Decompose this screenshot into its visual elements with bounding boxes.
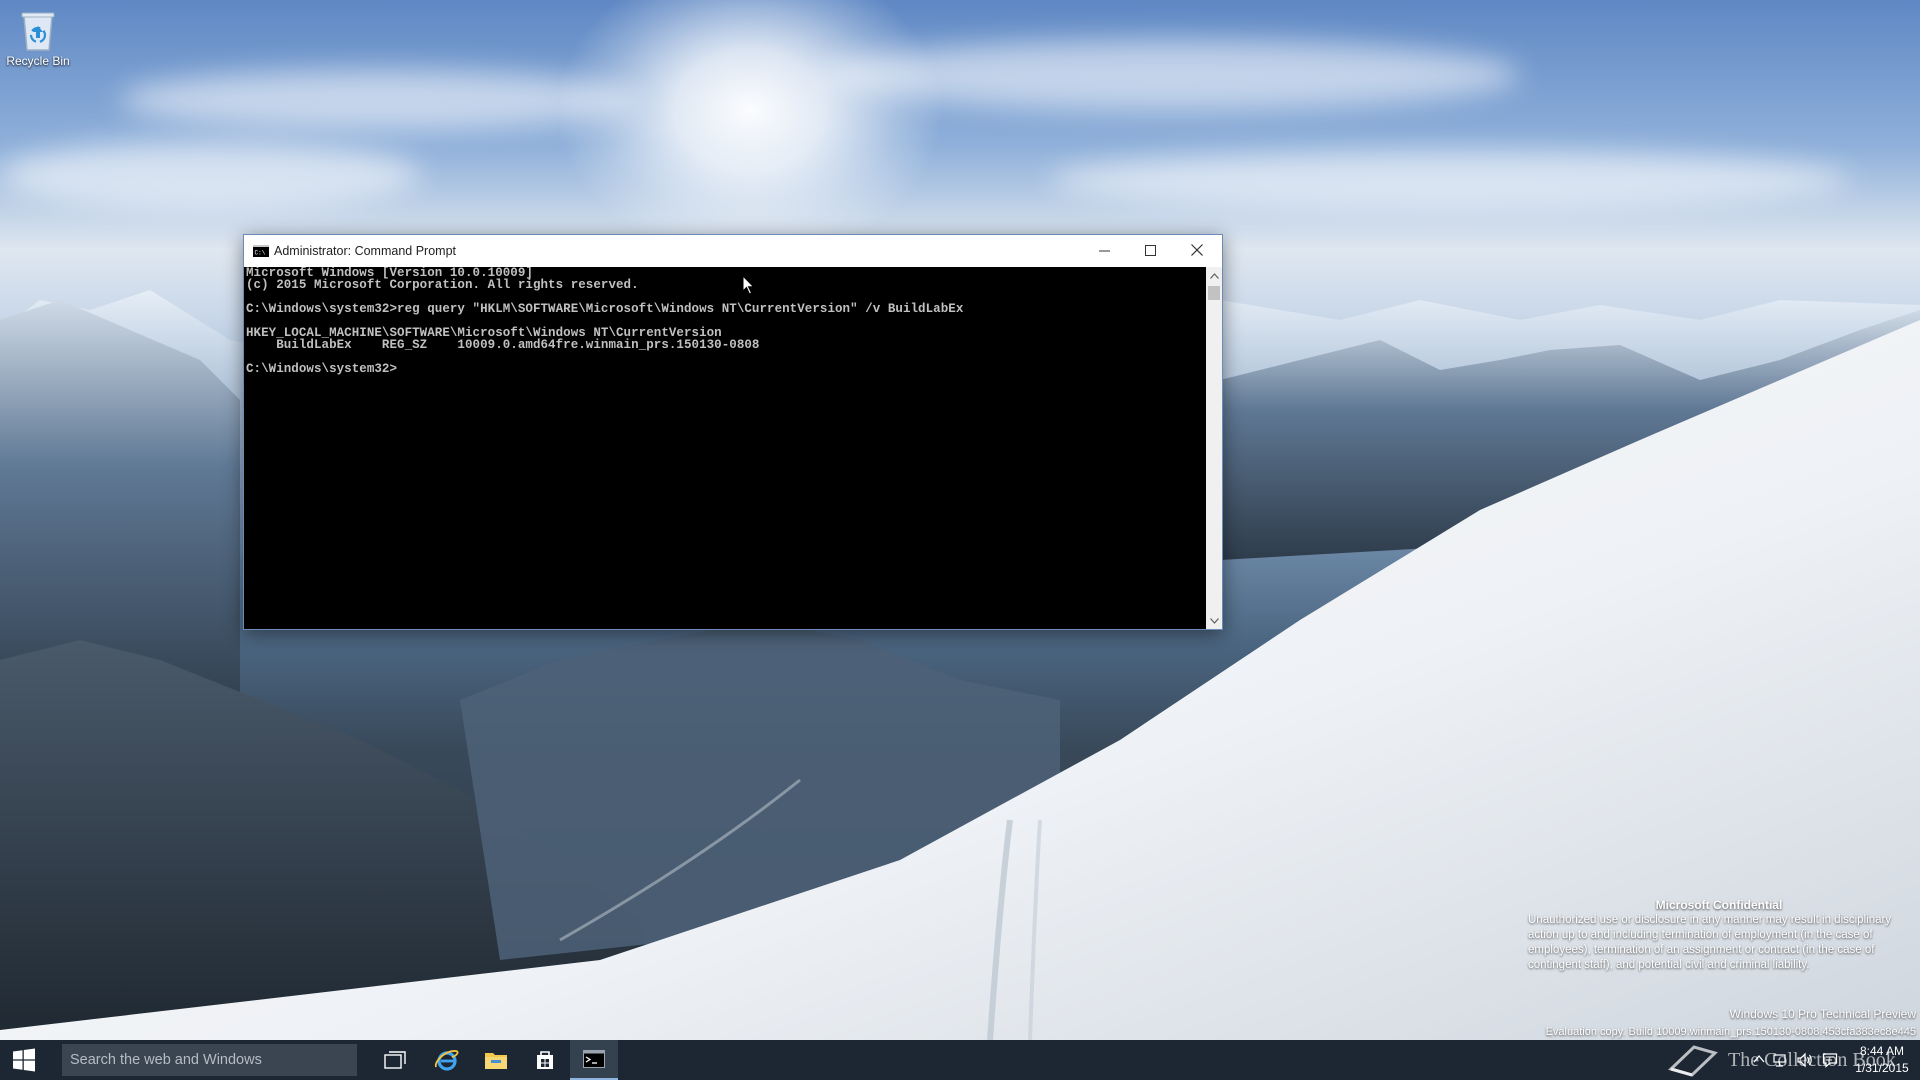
search-input[interactable] bbox=[62, 1044, 357, 1076]
minimize-icon bbox=[1098, 250, 1110, 251]
console-output[interactable]: Microsoft Windows [Version 10.0.10009] (… bbox=[244, 267, 1206, 629]
command-prompt-task-button[interactable] bbox=[570, 1040, 618, 1080]
store-button[interactable] bbox=[525, 1040, 565, 1080]
file-explorer-button[interactable] bbox=[476, 1040, 516, 1080]
windows-logo-icon bbox=[13, 1048, 35, 1072]
internet-explorer-button[interactable] bbox=[427, 1040, 467, 1080]
close-button[interactable] bbox=[1174, 235, 1220, 265]
console-line: BuildLabEx REG_SZ 10009.0.amd64fre.winma… bbox=[246, 338, 760, 352]
collection-book-watermark: The Collection Book bbox=[1668, 1040, 1896, 1080]
command-prompt-icon bbox=[583, 1050, 605, 1068]
window-titlebar[interactable]: C:\ Administrator: Command Prompt bbox=[244, 235, 1222, 267]
task-view-icon bbox=[384, 1051, 406, 1069]
build-text: Evaluation copy. Build 10009.winmain_prs… bbox=[1545, 1026, 1916, 1038]
watermark-body: Unauthorized use or disclosure in any ma… bbox=[1528, 914, 1892, 971]
maximize-button[interactable] bbox=[1127, 235, 1173, 265]
command-prompt-window[interactable]: C:\ Administrator: Command Prompt Micros… bbox=[243, 234, 1223, 630]
chevron-down-icon bbox=[1209, 617, 1219, 624]
scrollbar-thumb[interactable] bbox=[1208, 286, 1220, 300]
file-explorer-icon bbox=[485, 1053, 507, 1069]
recycle-bin-icon bbox=[21, 12, 55, 51]
watermark-title: Microsoft Confidential bbox=[1655, 898, 1783, 912]
overlay-text: The Collection Book bbox=[1728, 1048, 1896, 1071]
scroll-up-button[interactable] bbox=[1206, 267, 1222, 284]
scroll-down-button[interactable] bbox=[1206, 612, 1222, 629]
minimize-button[interactable] bbox=[1081, 235, 1127, 265]
task-view-button[interactable] bbox=[375, 1040, 415, 1080]
svg-text:C:\: C:\ bbox=[255, 250, 266, 257]
internet-explorer-icon bbox=[434, 1050, 459, 1071]
maximize-icon bbox=[1144, 244, 1156, 256]
console-line: C:\Windows\system32>reg query "HKLM\SOFT… bbox=[246, 302, 964, 316]
build-watermark: Windows 10 Pro Technical Preview Evaluat… bbox=[1546, 1005, 1916, 1040]
vertical-scrollbar[interactable] bbox=[1206, 267, 1222, 629]
desktop-icon-recycle-bin[interactable]: Recycle Bin bbox=[4, 8, 72, 68]
mouse-cursor-icon bbox=[742, 275, 755, 295]
desktop: Recycle Bin Microsoft Confidential Unaut… bbox=[0, 0, 1920, 1040]
book-logo-icon bbox=[1668, 1045, 1718, 1077]
start-button[interactable] bbox=[0, 1040, 48, 1080]
taskbar: 8:44 AM 1/31/2015 bbox=[0, 1040, 1920, 1080]
window-title: Administrator: Command Prompt bbox=[274, 244, 457, 258]
close-icon bbox=[1191, 244, 1203, 256]
console-icon: C:\ bbox=[253, 245, 269, 257]
chevron-up-icon bbox=[1209, 272, 1219, 279]
desktop-icon-label: Recycle Bin bbox=[6, 54, 70, 68]
console-prompt-line: C:\Windows\system32> bbox=[246, 362, 398, 376]
edition-text: Windows 10 Pro Technical Preview bbox=[1729, 1007, 1916, 1021]
store-icon bbox=[537, 1051, 553, 1069]
confidential-watermark: Microsoft Confidential Unauthorized use … bbox=[1528, 898, 1910, 973]
console-line: (c) 2015 Microsoft Corporation. All righ… bbox=[246, 278, 639, 292]
